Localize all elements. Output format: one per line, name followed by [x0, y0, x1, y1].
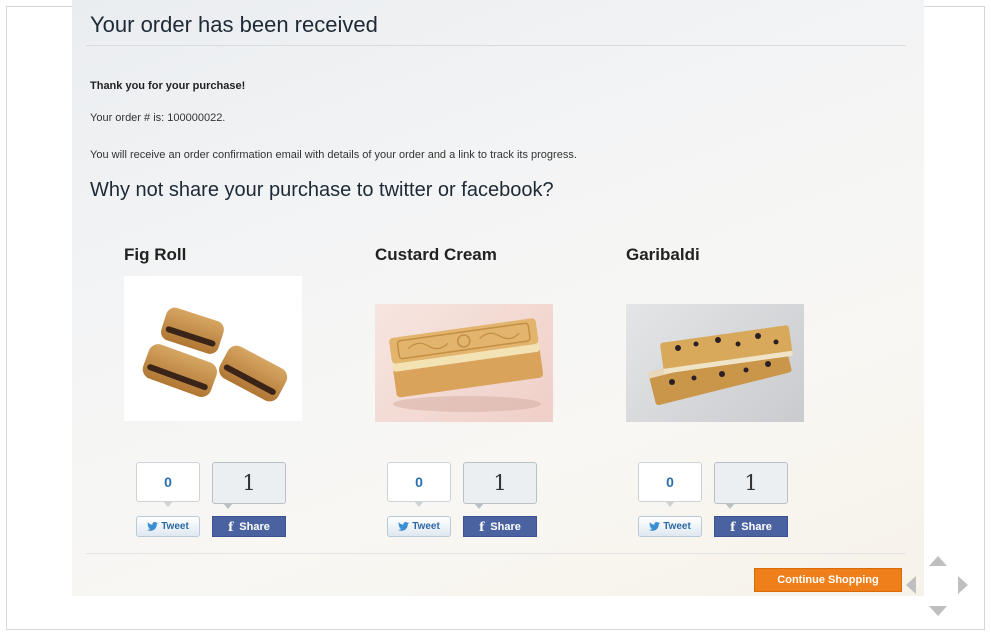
- tweet-label: Tweet: [663, 521, 691, 532]
- tweet-button[interactable]: Tweet: [136, 516, 200, 537]
- facebook-f-icon: f: [730, 519, 736, 534]
- custard-cream-biscuit-image: [375, 304, 553, 422]
- fig-roll-biscuit-image: [124, 276, 302, 421]
- tweet-button[interactable]: Tweet: [638, 516, 702, 537]
- tweet-label: Tweet: [161, 521, 189, 532]
- bottom-divider: [86, 553, 906, 554]
- tweet-count: 0: [387, 462, 451, 507]
- arrow-left-icon[interactable]: [906, 576, 916, 594]
- facebook-share-button[interactable]: f Share: [212, 516, 286, 537]
- facebook-f-icon: f: [479, 519, 485, 534]
- tweet-label: Tweet: [412, 521, 440, 532]
- facebook-share-button[interactable]: f Share: [714, 516, 788, 537]
- twitter-bird-icon: [649, 522, 661, 531]
- arrow-up-icon[interactable]: [929, 556, 947, 566]
- share-heading: Why not share your purchase to twitter o…: [90, 179, 554, 201]
- navigation-dpad: [906, 550, 970, 620]
- arrow-down-icon[interactable]: [929, 606, 947, 616]
- share-label: Share: [741, 520, 772, 533]
- product-name: Garibaldi: [626, 245, 700, 264]
- product-card: Garibaldi 0 1 Tweet f Share: [626, 240, 826, 550]
- email-confirmation-note: You will receive an order confirmation e…: [90, 149, 577, 161]
- share-count: 1: [714, 462, 788, 509]
- facebook-share-button[interactable]: f Share: [463, 516, 537, 537]
- tweet-button[interactable]: Tweet: [387, 516, 451, 537]
- product-card: Custard Cream 0 1 Tweet f Share: [375, 240, 575, 550]
- product-name: Custard Cream: [375, 245, 497, 264]
- share-label: Share: [490, 520, 521, 533]
- product-name: Fig Roll: [124, 245, 187, 264]
- order-number: Your order # is: 100000022.: [90, 112, 226, 124]
- share-label: Share: [239, 520, 270, 533]
- arrow-right-icon[interactable]: [958, 576, 968, 594]
- share-count: 1: [212, 462, 286, 509]
- thank-you-message: Thank you for your purchase!: [90, 80, 246, 92]
- garibaldi-biscuit-image: [626, 304, 804, 422]
- facebook-f-icon: f: [228, 519, 234, 534]
- twitter-bird-icon: [147, 522, 159, 531]
- twitter-bird-icon: [398, 522, 410, 531]
- product-card: Fig Roll 0 1 Tweet f Share: [124, 240, 324, 550]
- tweet-count: 0: [136, 462, 200, 507]
- continue-shopping-button[interactable]: Continue Shopping: [754, 568, 902, 592]
- share-count: 1: [463, 462, 537, 509]
- page-title: Your order has been received: [90, 12, 378, 37]
- title-divider: [86, 45, 906, 46]
- tweet-count: 0: [638, 462, 702, 507]
